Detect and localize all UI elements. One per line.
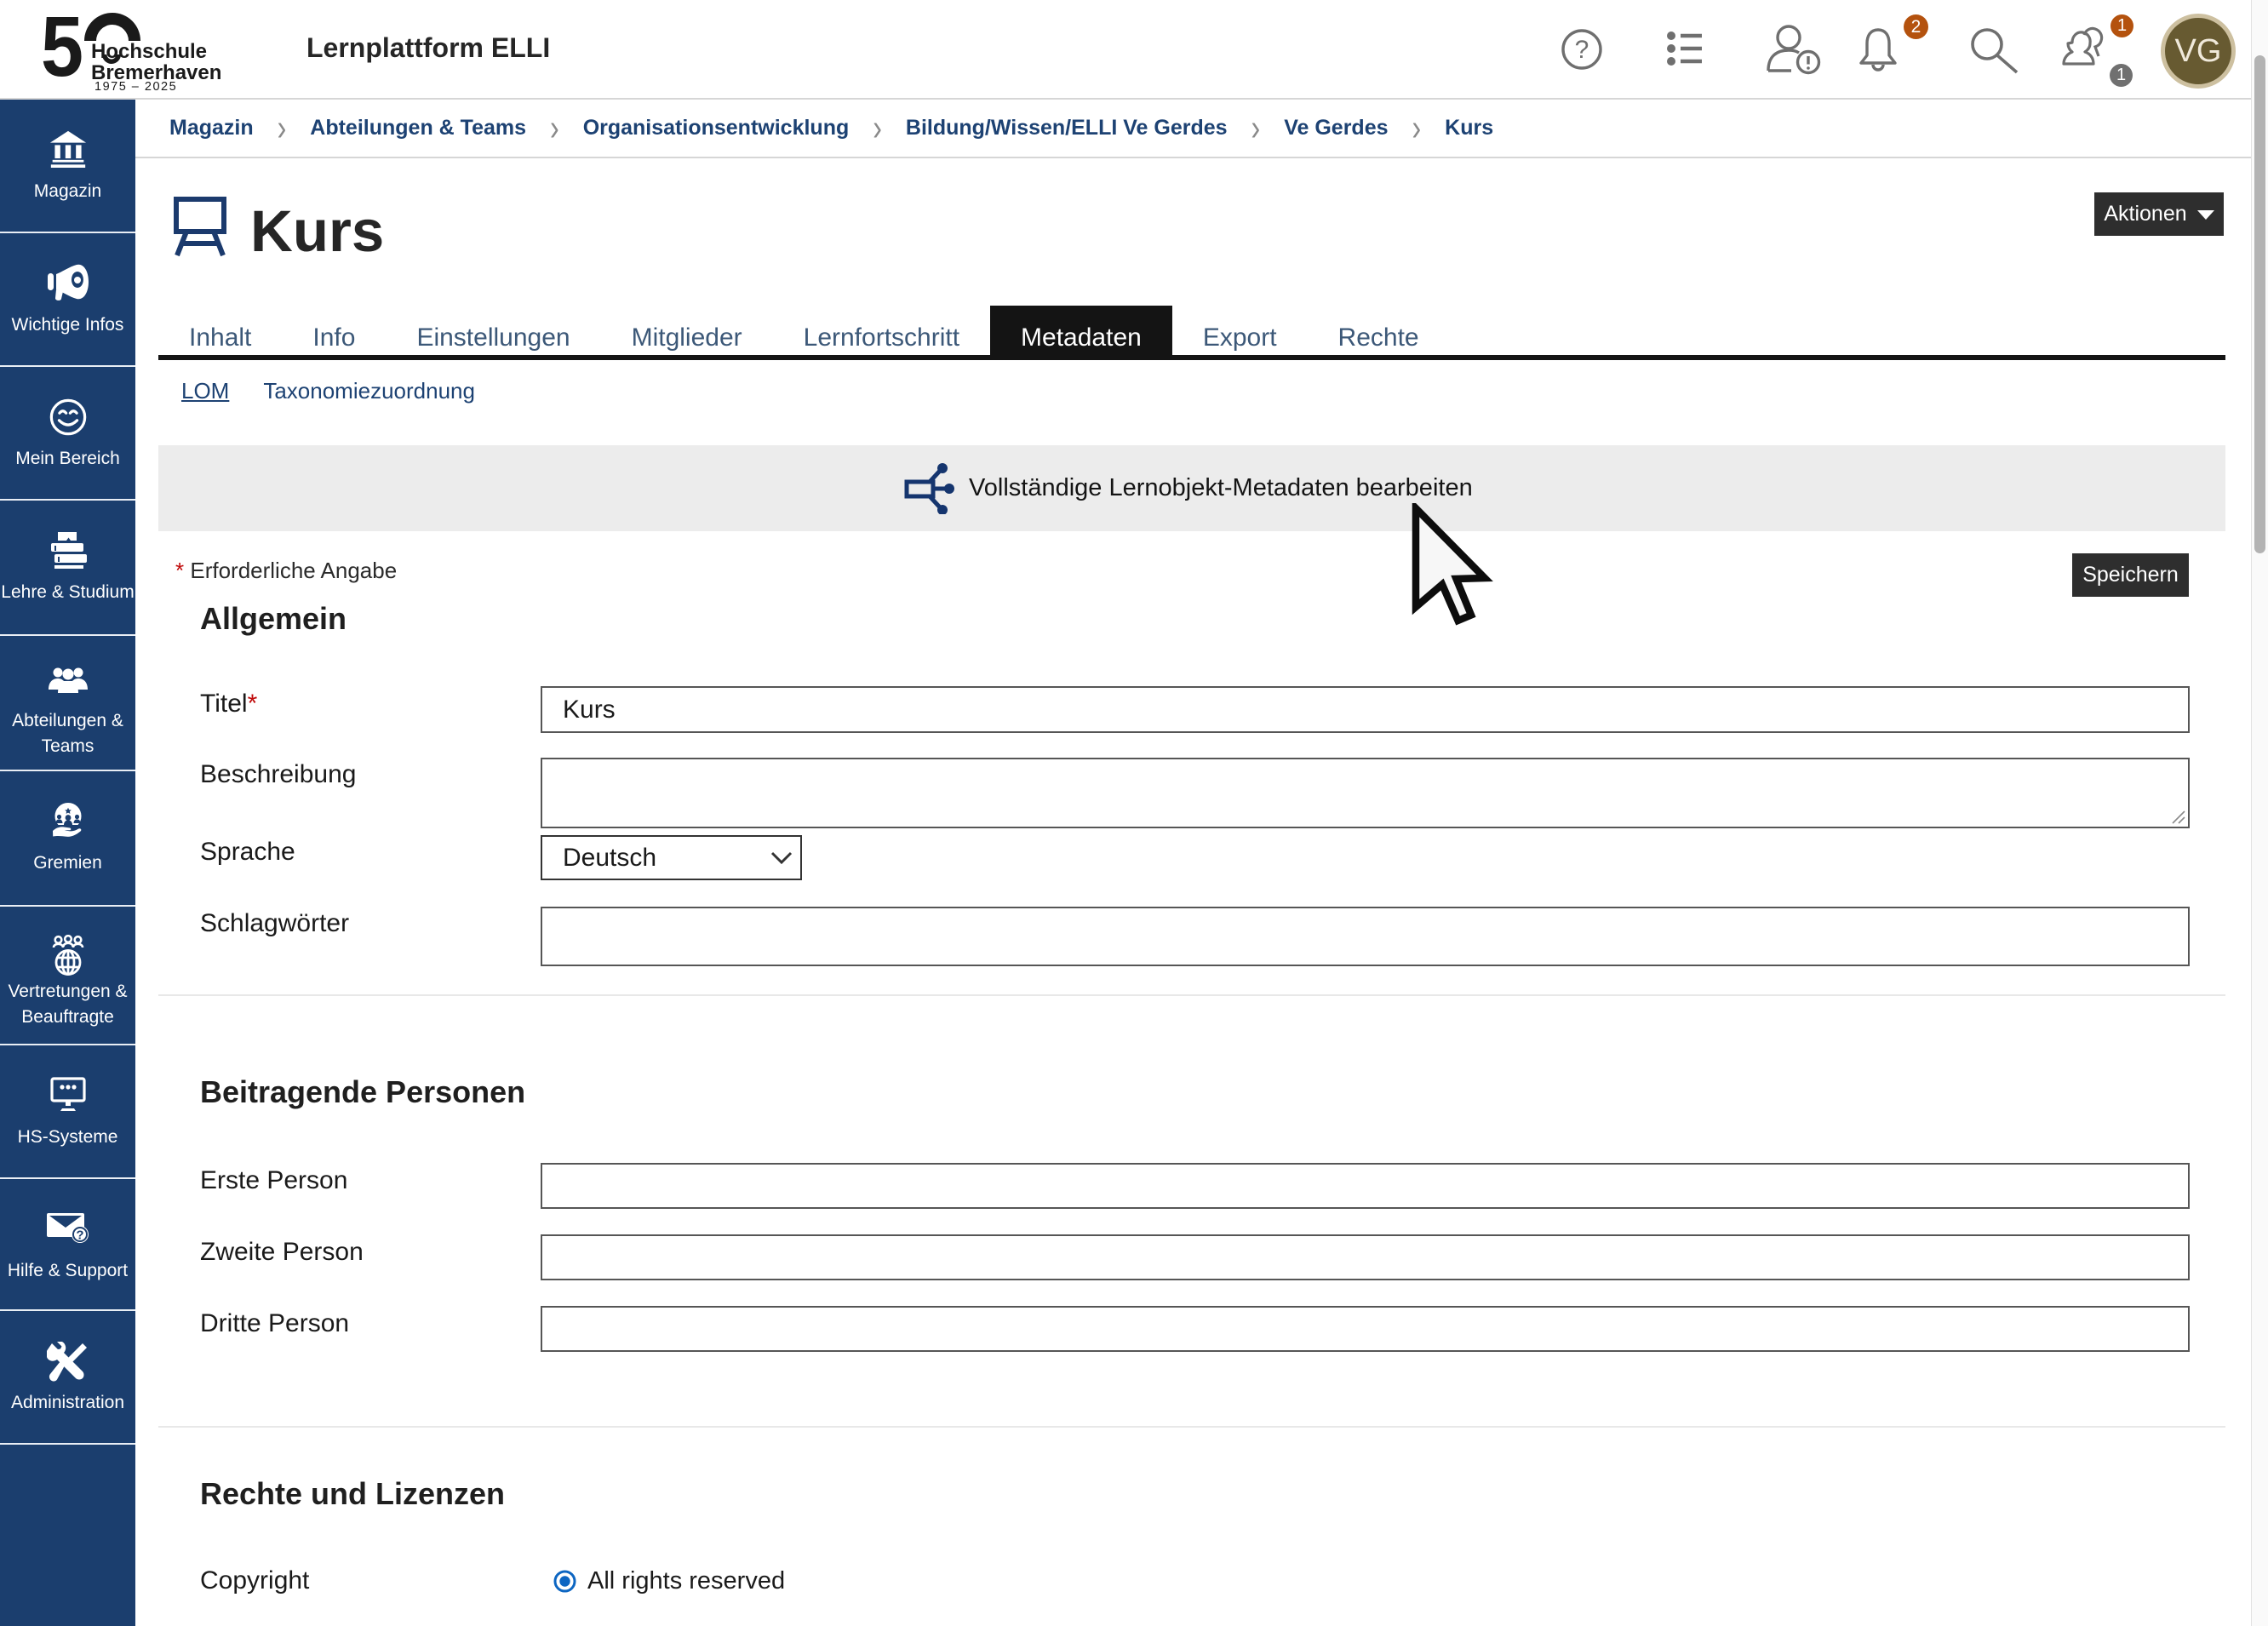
svg-text:?: ?	[1575, 36, 1589, 64]
svg-text:?: ?	[76, 1228, 83, 1243]
svg-text:5: 5	[41, 7, 83, 94]
svg-text:1975 – 2025: 1975 – 2025	[94, 80, 177, 94]
svg-text:Hochschule: Hochschule	[91, 40, 207, 63]
